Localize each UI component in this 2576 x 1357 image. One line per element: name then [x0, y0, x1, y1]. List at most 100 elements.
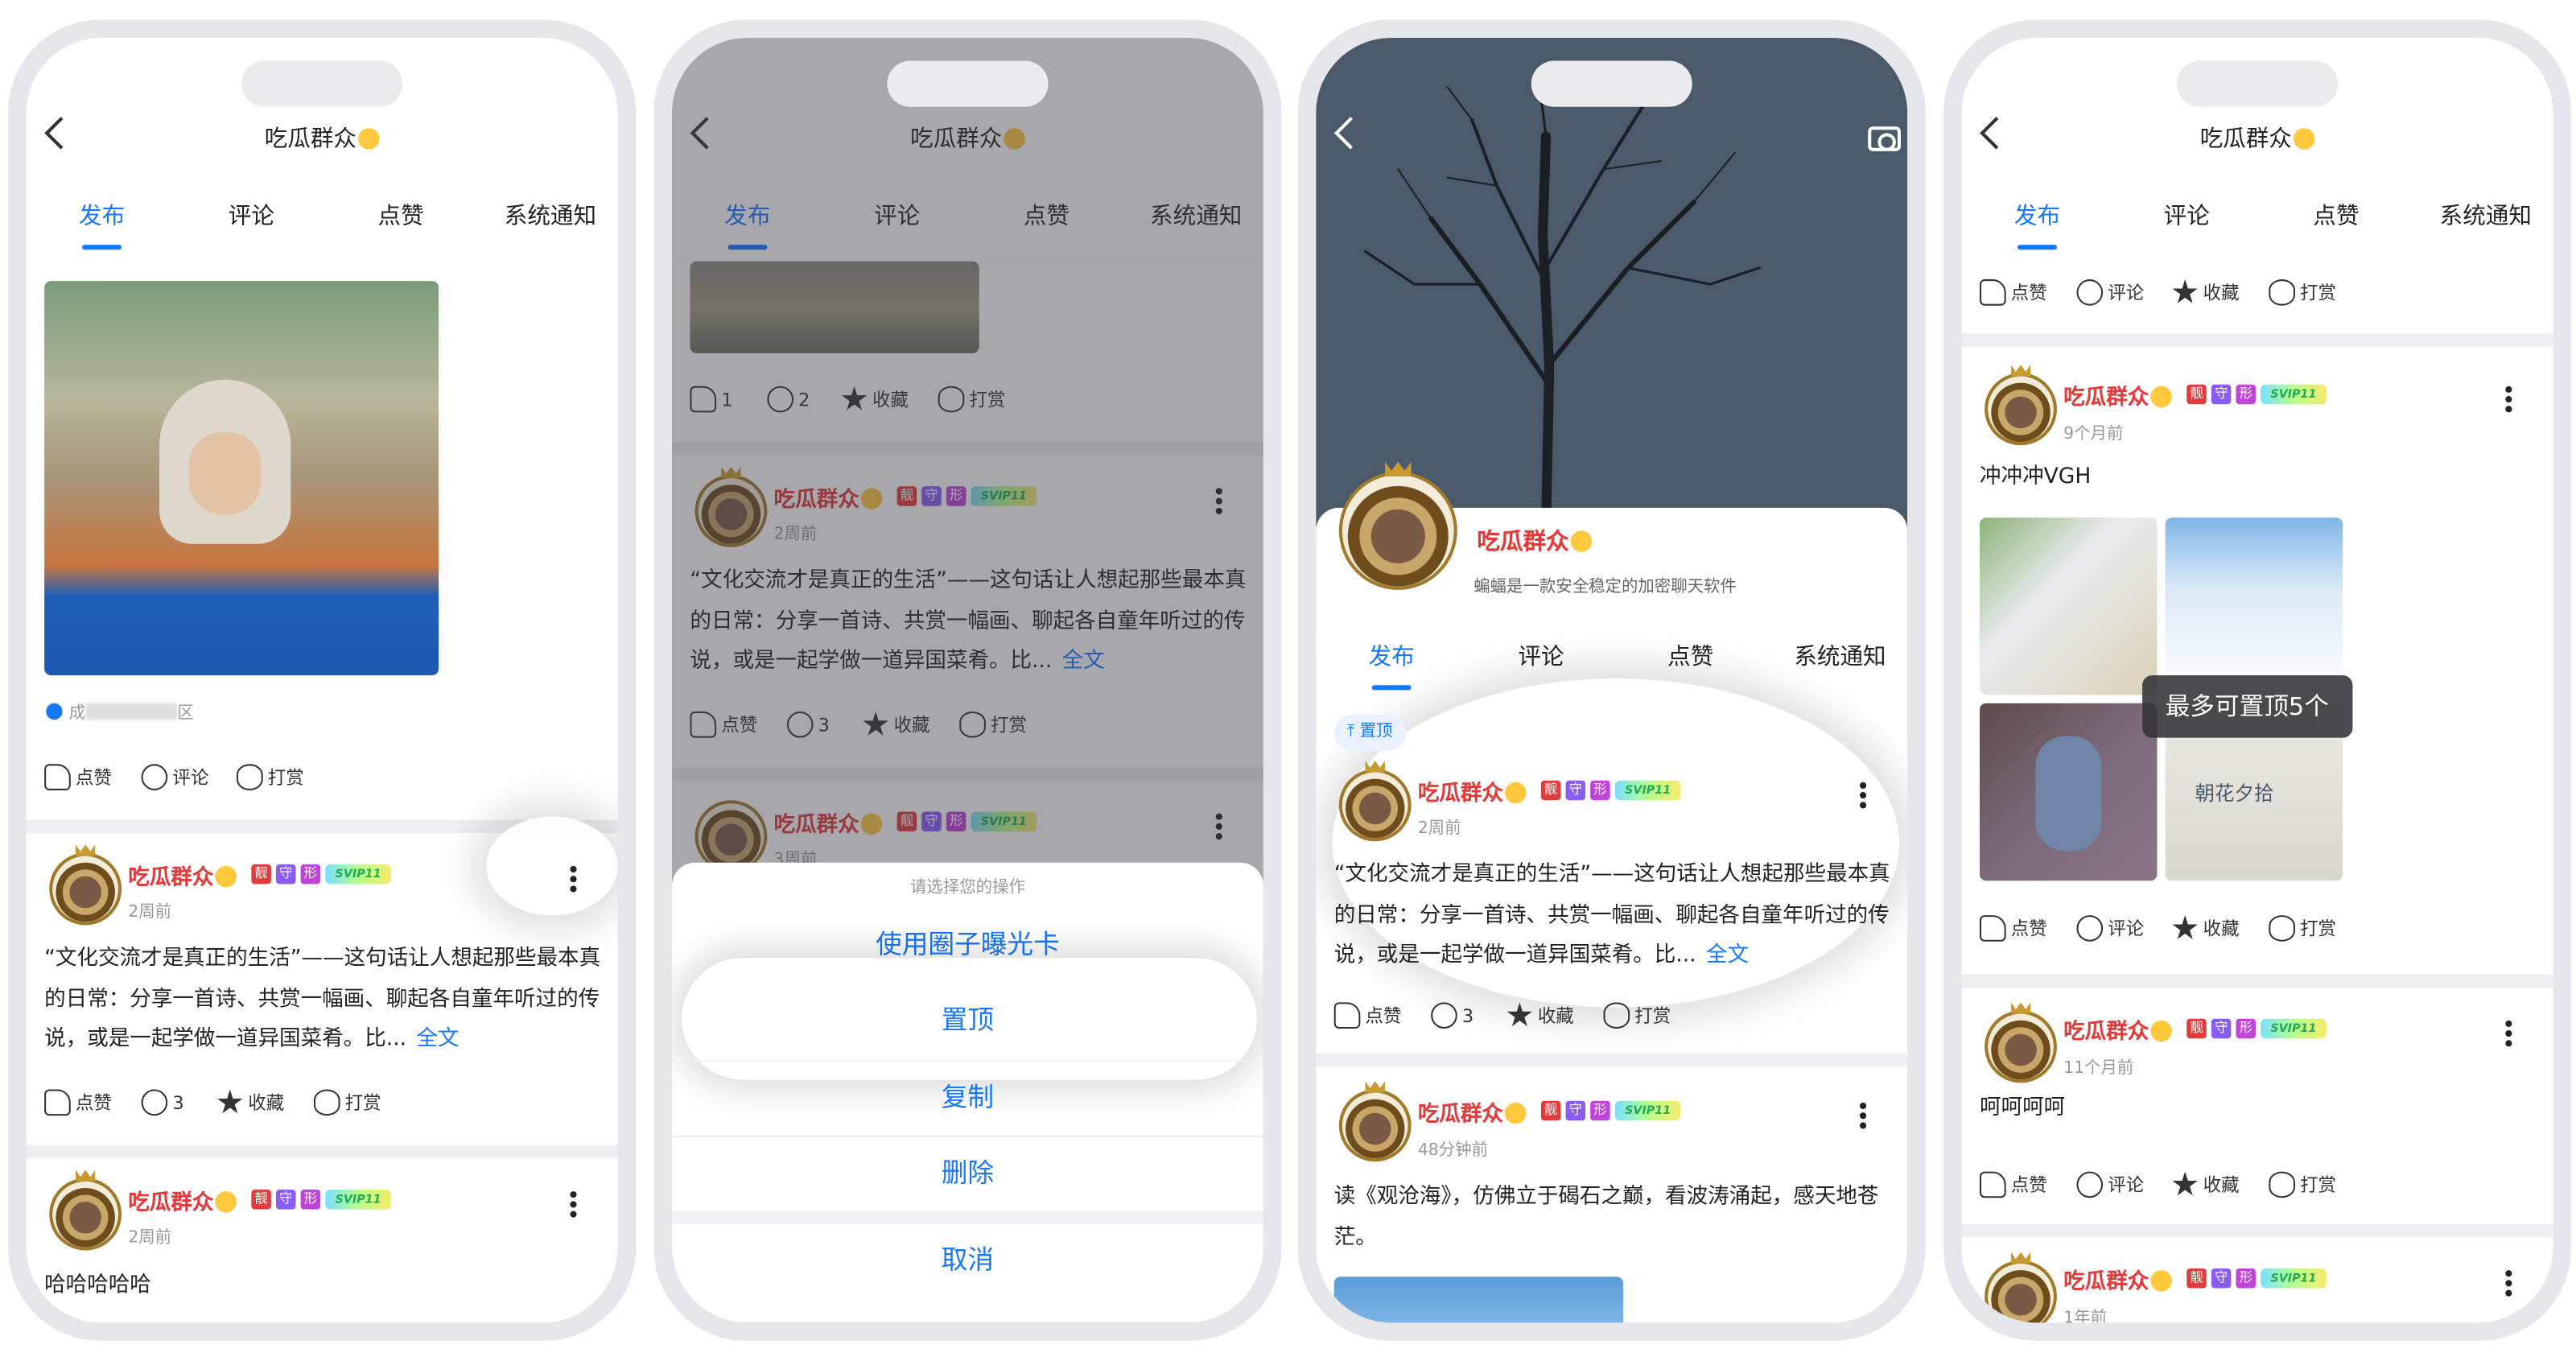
- post-image[interactable]: [44, 281, 439, 676]
- favorite-button[interactable]: 收藏: [1506, 1002, 1574, 1032]
- comment-count[interactable]: 3: [141, 1089, 184, 1120]
- badge-xing: 形: [1590, 1100, 1610, 1121]
- username[interactable]: 吃瓜群众: [2063, 1264, 2172, 1295]
- username[interactable]: 吃瓜群众: [1418, 1096, 1527, 1127]
- more-vertical-icon[interactable]: [2505, 396, 2512, 403]
- badge-shou: 守: [2211, 1018, 2232, 1039]
- more-vertical-icon[interactable]: [1859, 1112, 1867, 1120]
- emoji-icon: [1570, 530, 1593, 552]
- tab-bar: 发布 评论 点赞 系统通知: [27, 199, 618, 250]
- page-title: 吃瓜群众: [27, 122, 618, 155]
- post-card-pinned: ⤒ 置顶 吃瓜群众 靓 守 形 SVIP11 2周前 “文化交流才是真正的生活”…: [1316, 678, 1908, 1054]
- tip-icon: [1603, 1002, 1630, 1029]
- post-image-3[interactable]: [1980, 703, 2158, 881]
- avatar[interactable]: [1338, 1089, 1412, 1162]
- badge-shou: 守: [275, 1190, 296, 1210]
- badge-xing: 形: [1590, 780, 1610, 801]
- tab-comments[interactable]: 评论: [1465, 639, 1617, 672]
- tab-likes[interactable]: 点赞: [2261, 199, 2412, 232]
- tip-button[interactable]: 打赏: [236, 764, 304, 794]
- tab-comments[interactable]: 评论: [2111, 199, 2262, 232]
- badge-shou: 守: [1565, 1100, 1586, 1121]
- like-button[interactable]: 点赞: [44, 764, 112, 794]
- comment-button[interactable]: 评论: [141, 764, 208, 794]
- tab-notifications[interactable]: 系统通知: [475, 199, 618, 232]
- tip-icon: [236, 764, 263, 790]
- post-image[interactable]: [1333, 1277, 1624, 1323]
- dynamic-island: [887, 60, 1049, 107]
- post-time: 11个月前: [2063, 1059, 2134, 1079]
- post-card-sea: 吃瓜群众 靓 守 形 SVIP11 48分钟前 读《观沧海》，仿佛立于碣石之巅，…: [1316, 1066, 1908, 1323]
- like-button[interactable]: 点赞: [1980, 1171, 2047, 1202]
- profile-info: 吃瓜群众 蝙蝠是一款安全稳定的加密聊天软件: [1316, 461, 1908, 656]
- tip-button[interactable]: 打赏: [2269, 1171, 2336, 1202]
- tip-button[interactable]: 打赏: [2269, 915, 2336, 945]
- pin-option[interactable]: 置顶: [672, 984, 1263, 1057]
- like-button[interactable]: 点赞: [44, 1089, 112, 1120]
- tab-posts[interactable]: 发布: [1962, 199, 2113, 250]
- comment-button[interactable]: 评论: [2076, 1171, 2144, 1202]
- comment-button[interactable]: 评论: [2076, 279, 2144, 309]
- tab-posts[interactable]: 发布: [27, 199, 178, 250]
- like-icon: [1980, 279, 2006, 306]
- avatar[interactable]: [49, 852, 122, 926]
- post-image-2[interactable]: [2165, 518, 2343, 695]
- tab-comments[interactable]: 评论: [175, 199, 327, 232]
- phone-2: 吃瓜群众 发布 评论 点赞 系统通知 1 2 收藏 打赏 吃瓜群众 靓 守 形 …: [653, 19, 1282, 1341]
- like-button[interactable]: 点赞: [1980, 279, 2047, 309]
- post-card-hehe: 吃瓜群众 靓 守 形 SVIP11 11个月前 呵呵呵呵 点赞 评论 收藏 打赏: [1961, 987, 2553, 1224]
- post-image-1[interactable]: [1980, 518, 2158, 695]
- read-more-link[interactable]: 全文: [416, 1027, 459, 1052]
- profile-signature: 蝙蝠是一款安全稳定的加密聊天软件: [1473, 578, 1737, 597]
- profile-avatar[interactable]: [1338, 471, 1457, 590]
- avatar[interactable]: [1985, 1260, 2057, 1323]
- emoji-icon: [1505, 1102, 1527, 1124]
- favorite-button[interactable]: 收藏: [2172, 279, 2240, 309]
- avatar[interactable]: [1985, 1010, 2057, 1083]
- svip-badge: SVIP11: [1614, 780, 1681, 801]
- crown-icon: [75, 1169, 96, 1182]
- tab-likes[interactable]: 点赞: [325, 199, 476, 232]
- avatar[interactable]: [1985, 373, 2057, 446]
- username[interactable]: 吃瓜群众: [128, 1185, 237, 1216]
- comment-icon: [2076, 279, 2104, 306]
- phone-4: 吃瓜群众 发布 评论 点赞 系统通知 点赞 评论 收藏 打赏 吃瓜群众 靓 守 …: [1943, 19, 2571, 1341]
- comment-icon: [2076, 915, 2104, 942]
- comment-icon: [2076, 1171, 2104, 1198]
- comment-button[interactable]: 评论: [2076, 915, 2144, 945]
- username[interactable]: 吃瓜群众: [2063, 1014, 2172, 1045]
- more-vertical-icon[interactable]: [2505, 1280, 2512, 1287]
- emoji-icon: [2150, 386, 2172, 408]
- username[interactable]: 吃瓜群众: [2063, 380, 2172, 410]
- tip-button[interactable]: 打赏: [2269, 279, 2336, 309]
- tip-button[interactable]: 打赏: [1603, 1002, 1671, 1032]
- more-vertical-icon[interactable]: [570, 1201, 577, 1208]
- more-vertical-icon[interactable]: [2505, 1030, 2512, 1037]
- tab-notifications[interactable]: 系统通知: [1765, 639, 1908, 672]
- username[interactable]: 吃瓜群众: [128, 860, 237, 890]
- phone-4-screen: 吃瓜群众 发布 评论 点赞 系统通知 点赞 评论 收藏 打赏 吃瓜群众 靓 守 …: [1961, 37, 2553, 1323]
- badge-shou: 守: [2211, 1268, 2232, 1289]
- tab-notifications[interactable]: 系统通知: [2410, 199, 2553, 232]
- username[interactable]: 吃瓜群众: [1418, 776, 1527, 806]
- avatar[interactable]: [1338, 769, 1412, 842]
- comment-count[interactable]: 3: [1431, 1002, 1473, 1032]
- tab-likes[interactable]: 点赞: [1615, 639, 1766, 672]
- badge-xing: 形: [2236, 384, 2256, 405]
- tip-button[interactable]: 打赏: [313, 1089, 381, 1120]
- read-more-link[interactable]: 全文: [1706, 943, 1749, 968]
- camera-icon[interactable]: [1868, 126, 1902, 151]
- favorite-button[interactable]: 收藏: [216, 1089, 284, 1120]
- delete-option[interactable]: 删除: [671, 1135, 1263, 1208]
- favorite-button[interactable]: 收藏: [2172, 915, 2240, 945]
- like-button[interactable]: 点赞: [1333, 1002, 1401, 1032]
- like-button[interactable]: 点赞: [1980, 915, 2047, 945]
- copy-option[interactable]: 复制: [671, 1059, 1263, 1132]
- favorite-button[interactable]: 收藏: [2172, 1171, 2240, 1202]
- more-vertical-icon[interactable]: [570, 876, 577, 883]
- more-vertical-icon[interactable]: [1859, 792, 1867, 799]
- avatar[interactable]: [49, 1178, 122, 1251]
- cancel-option[interactable]: 取消: [672, 1224, 1263, 1297]
- tab-posts[interactable]: 发布: [1316, 639, 1467, 691]
- dynamic-island: [241, 60, 403, 107]
